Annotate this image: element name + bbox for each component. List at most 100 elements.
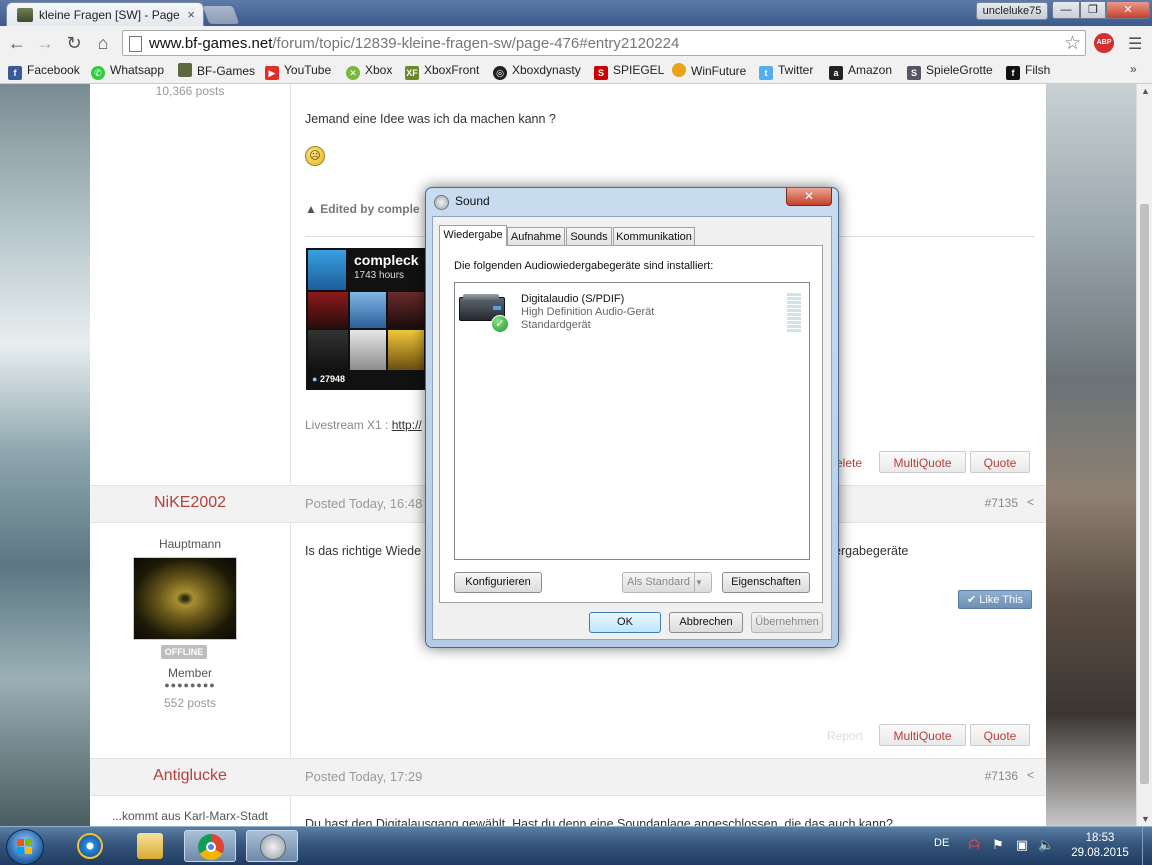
xbox-icon: ✕	[346, 66, 360, 80]
bookmark-whatsapp[interactable]: ✆ Whatsapp	[91, 63, 164, 80]
dropdown-arrow-icon[interactable]: ▼	[694, 573, 711, 592]
address-bar[interactable]: www.bf-games.net/forum/topic/12839-klein…	[122, 30, 1086, 56]
windows-logo-icon	[17, 839, 32, 854]
post-date: Posted Today, 17:29	[305, 769, 423, 784]
start-button[interactable]	[6, 829, 44, 865]
twitter-icon: t	[759, 66, 773, 80]
maximize-button[interactable]: ❐	[1080, 1, 1106, 19]
delete-link[interactable]: elete	[836, 456, 862, 470]
chrome-menu-icon[interactable]: ☰	[1128, 34, 1142, 54]
bookmark-bf-games[interactable]: BF-Games	[178, 63, 255, 78]
show-desktop-button[interactable]	[1142, 827, 1152, 865]
tab-title: kleine Fragen [SW] - Page	[39, 8, 180, 22]
tab-wiedergabe[interactable]: Wiedergabe	[439, 225, 507, 246]
livestream-link[interactable]: http://	[392, 418, 422, 432]
taskbar-internet-explorer[interactable]	[64, 830, 116, 862]
dialog-title: Sound	[455, 194, 490, 208]
tab-close-icon[interactable]: ×	[187, 7, 195, 22]
browser-titlebar: kleine Fragen [SW] - Page × uncleluke75 …	[0, 0, 1152, 26]
xbox-gamercard[interactable]: compleck 1743 hours ● 27948	[306, 248, 426, 390]
new-tab-button[interactable]	[202, 6, 240, 24]
warning-icon: ▲	[305, 202, 317, 216]
ok-button[interactable]: OK	[589, 612, 661, 633]
minimize-button[interactable]: —	[1052, 1, 1080, 19]
browser-tab-active[interactable]: kleine Fragen [SW] - Page ×	[6, 2, 204, 26]
globe-icon: ●	[312, 374, 318, 384]
cancel-button[interactable]: Abbrechen	[669, 612, 743, 633]
report-link[interactable]: Report	[827, 729, 863, 743]
post-count: 10,366 posts	[155, 84, 225, 98]
reload-icon[interactable]: ↻	[63, 32, 85, 54]
tab-kommunikation[interactable]: Kommunikation	[613, 227, 695, 245]
set-default-button[interactable]: Als Standard ▼	[622, 572, 712, 593]
clock-time: 18:53	[1085, 832, 1115, 844]
author-avatar[interactable]	[133, 557, 237, 640]
back-arrow-icon[interactable]: ←	[6, 32, 28, 54]
post-author[interactable]: NiKE2002	[90, 494, 290, 512]
system-clock[interactable]: 18:53 29.08.2015	[1060, 831, 1140, 861]
tab-sounds[interactable]: Sounds	[566, 227, 612, 245]
taskbar-explorer[interactable]	[124, 830, 176, 862]
bookmark-xboxfront[interactable]: XF XboxFront	[405, 63, 479, 80]
bf-games-favicon-icon	[17, 8, 33, 22]
adblock-plus-icon[interactable]: ABP	[1094, 33, 1114, 53]
bookmark-winfuture[interactable]: WinFuture	[672, 63, 746, 78]
bookmarks-overflow-icon[interactable]: »	[1130, 62, 1137, 76]
post-number[interactable]: #7135	[985, 496, 1018, 510]
sound-dialog: Sound ✕ Wiedergabe Aufnahme Sounds Kommu…	[425, 187, 839, 648]
scrollbar-thumb[interactable]	[1140, 204, 1149, 784]
volume-icon[interactable]: 🔈	[1038, 837, 1054, 853]
action-center-icon[interactable]: ⚑	[990, 837, 1006, 853]
gamercard-name: compleck	[354, 252, 419, 268]
bookmark-youtube[interactable]: ▶ YouTube	[265, 63, 331, 80]
volume-level-meter	[787, 293, 801, 333]
home-icon[interactable]: ⌂	[92, 32, 114, 54]
apply-button[interactable]: Übernehmen	[751, 612, 823, 633]
bookmark-filsh[interactable]: f Filsh	[1006, 63, 1050, 80]
bookmark-xbox[interactable]: ✕ Xbox	[346, 63, 392, 80]
post-text: Du hast den Digitalausgang gewählt. Hast…	[305, 817, 893, 826]
profile-badge[interactable]: uncleluke75	[976, 2, 1048, 20]
bf-games-icon	[178, 63, 192, 77]
post-number[interactable]: #7136	[985, 769, 1018, 783]
device-name: Digitalaudio (S/PDIF)	[521, 293, 625, 305]
page-scrollbar[interactable]: ▲ ▼	[1136, 84, 1152, 826]
bookmark-facebook[interactable]: f Facebook	[8, 63, 80, 80]
device-item-digitalaudio[interactable]: ✓ Digitalaudio (S/PDIF) High Definition …	[457, 285, 801, 335]
dialog-close-button[interactable]: ✕	[786, 188, 832, 206]
speaker-icon	[260, 834, 286, 860]
taskbar-chrome[interactable]	[184, 830, 236, 862]
bookmark-star-icon[interactable]: ☆	[1064, 32, 1081, 55]
playback-device-list[interactable]: ✓ Digitalaudio (S/PDIF) High Definition …	[454, 282, 810, 560]
bookmark-xboxdynasty[interactable]: ◎ Xboxdynasty	[493, 63, 581, 80]
bookmark-spiegel[interactable]: S SPIEGEL	[594, 63, 664, 80]
game-tile	[350, 330, 386, 370]
share-icon[interactable]: <	[1027, 495, 1034, 509]
scroll-down-icon[interactable]: ▼	[1141, 814, 1150, 824]
close-window-button[interactable]: ✕	[1106, 1, 1150, 19]
multiquote-button[interactable]: MultiQuote	[879, 724, 966, 746]
antivirus-icon[interactable]: ᗩ	[966, 837, 982, 853]
forward-arrow-icon[interactable]: →	[34, 32, 56, 54]
network-icon[interactable]: ▣	[1014, 837, 1030, 853]
post-author[interactable]: Antiglucke	[90, 767, 290, 785]
game-tile	[350, 292, 386, 328]
tab-aufnahme[interactable]: Aufnahme	[507, 227, 565, 245]
bookmark-amazon[interactable]: a Amazon	[829, 63, 892, 80]
filsh-icon: f	[1006, 66, 1020, 80]
windows-taskbar: DE ᗩ ⚑ ▣ 🔈 18:53 29.08.2015	[0, 826, 1152, 865]
url-text: www.bf-games.net/forum/topic/12839-klein…	[149, 35, 680, 52]
taskbar-sound[interactable]	[246, 830, 298, 862]
quote-button[interactable]: Quote	[970, 451, 1030, 473]
like-button[interactable]: ✔ Like This	[958, 590, 1032, 609]
page-background-left	[0, 84, 90, 826]
share-icon[interactable]: <	[1027, 768, 1034, 782]
input-language[interactable]: DE	[934, 837, 949, 849]
quote-button[interactable]: Quote	[970, 724, 1030, 746]
multiquote-button[interactable]: MultiQuote	[879, 451, 966, 473]
properties-button[interactable]: Eigenschaften	[722, 572, 810, 593]
scroll-up-icon[interactable]: ▲	[1141, 86, 1150, 96]
bookmark-spielegrotte[interactable]: S SpieleGrotte	[907, 63, 993, 80]
configure-button[interactable]: Konfigurieren	[454, 572, 542, 593]
bookmark-twitter[interactable]: t Twitter	[759, 63, 813, 80]
